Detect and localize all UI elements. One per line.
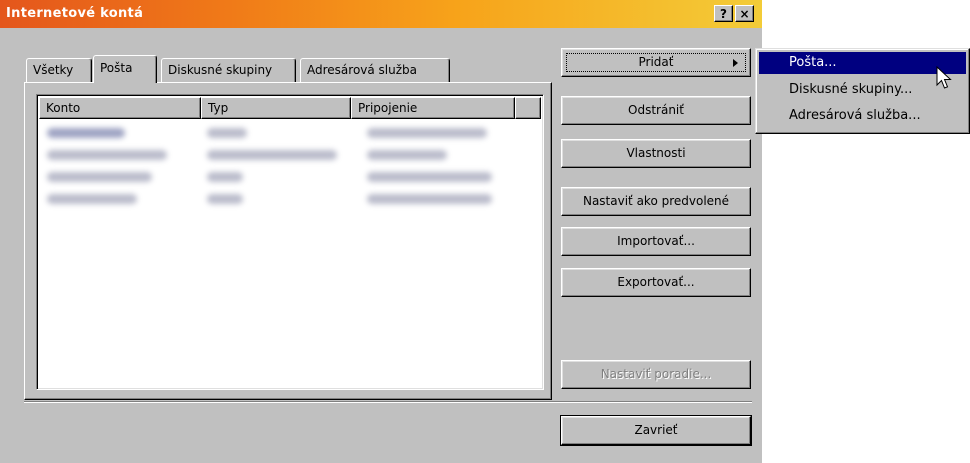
title-bar[interactable]: Internetové kontá ? × — [0, 0, 762, 28]
help-button[interactable]: ? — [714, 5, 733, 22]
accounts-dialog: Internetové kontá ? × Všetky Pošta Disku… — [0, 0, 762, 463]
column-header-type[interactable]: Typ — [201, 97, 351, 119]
list-item[interactable] — [37, 169, 537, 185]
separator — [24, 401, 752, 403]
import-button[interactable]: Importovať... — [561, 227, 751, 256]
add-button[interactable]: Pridať — [561, 48, 751, 77]
menu-item-newsgroups[interactable]: Diskusné skupiny... — [759, 79, 966, 101]
set-order-button[interactable]: Nastaviť poradie... — [561, 360, 751, 389]
submenu-arrow-icon — [733, 59, 738, 67]
list-item[interactable] — [37, 147, 537, 163]
menu-item-directory-service[interactable]: Adresárová služba... — [759, 105, 966, 127]
tab-newsgroups[interactable]: Diskusné skupiny — [161, 58, 296, 82]
column-header-connection[interactable]: Pripojenie — [351, 97, 515, 119]
accounts-list[interactable]: Konto Typ Pripojenie — [36, 94, 544, 390]
close-button[interactable]: Zavrieť — [560, 415, 752, 446]
tab-directory-service[interactable]: Adresárová služba — [300, 58, 450, 82]
list-item[interactable] — [37, 125, 537, 141]
list-item[interactable] — [37, 191, 537, 207]
set-default-button[interactable]: Nastaviť ako predvolené — [561, 187, 751, 216]
column-header-empty — [515, 97, 541, 119]
tab-all[interactable]: Všetky — [26, 58, 92, 82]
properties-button[interactable]: Vlastnosti — [561, 139, 751, 168]
mouse-cursor-icon — [936, 66, 952, 89]
remove-button[interactable]: Odstrániť — [561, 96, 751, 125]
add-button-label: Pridať — [638, 55, 674, 69]
export-button[interactable]: Exportovať... — [561, 268, 751, 297]
close-icon[interactable]: × — [735, 5, 754, 22]
column-header-account[interactable]: Konto — [39, 97, 201, 119]
window-title: Internetové kontá — [6, 6, 144, 21]
menu-item-mail[interactable]: Pošta... — [759, 52, 966, 74]
tab-mail[interactable]: Pošta — [93, 55, 157, 83]
